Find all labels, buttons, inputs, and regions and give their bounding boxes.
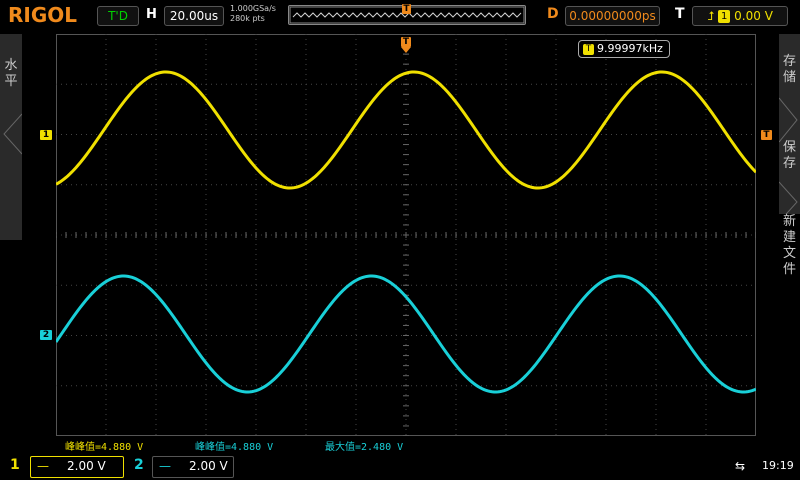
- channel-2-status[interactable]: 2 — 2.00 V: [128, 454, 238, 478]
- memory-depth: 280k pts: [230, 14, 265, 23]
- sample-rate: 1.000GSa/s: [230, 4, 276, 13]
- top-status-bar: RIGOL T'D H 20.00us 1.000GSa/s 280k pts …: [0, 0, 800, 30]
- channel-2-offset-marker[interactable]: 2: [40, 330, 52, 340]
- measurement-ch1-vpp: 峰峰值=4.880 V: [65, 442, 144, 453]
- horizontal-tab-label: 水平: [4, 58, 18, 89]
- trigger-display[interactable]: ⮥ 1 0.00 V: [692, 6, 788, 26]
- channel-2-scale-box: — 2.00 V: [152, 456, 234, 478]
- menu-item-storage-label: 存储: [783, 54, 797, 85]
- horizontal-label: H: [146, 7, 157, 22]
- measurement-ch2-max: 最大值=2.480 V: [325, 442, 404, 453]
- trigger-level-marker[interactable]: T: [761, 130, 772, 140]
- channel-1-scale: 2.00 V: [67, 459, 106, 473]
- horizontal-side-tab[interactable]: 水平: [0, 34, 22, 240]
- channel-1-status[interactable]: 1 — 2.00 V: [4, 454, 126, 478]
- memory-waveform-strip: T: [288, 4, 526, 25]
- channel-1-number: 1: [10, 457, 20, 473]
- rising-edge-icon: ⮥: [707, 9, 715, 23]
- trigger-position-arrow-icon: [401, 47, 411, 53]
- channel-1-scale-box: — 2.00 V: [30, 456, 124, 478]
- menu-item-save-label: 保存: [783, 140, 797, 171]
- dc-coupling-icon: —: [37, 459, 49, 473]
- measurement-ch2-vpp: 峰峰值=4.880 V: [195, 442, 274, 453]
- channel-2-number: 2: [134, 457, 144, 473]
- frequency-value: 9.99997kHz: [597, 42, 663, 55]
- frequency-counter: T 9.99997kHz: [578, 40, 670, 58]
- channel-2-scale: 2.00 V: [189, 459, 228, 473]
- menu-item-new-file-label: 新建文件: [783, 214, 797, 277]
- softkey-menu: 存储 保存 新建文件: [779, 34, 800, 280]
- run-status-badge[interactable]: T'D: [97, 6, 139, 26]
- dc-coupling-icon: —: [159, 459, 171, 473]
- waveform-grid: [56, 34, 756, 436]
- timebase-display[interactable]: 20.00us: [164, 6, 224, 26]
- delay-display[interactable]: 0.00000000ps: [565, 6, 660, 26]
- clock-time: 19:19: [762, 459, 794, 472]
- channel-1-offset-marker[interactable]: 1: [40, 130, 52, 140]
- trigger-label: T: [675, 6, 685, 22]
- sample-info: 1.000GSa/s 280k pts: [230, 4, 276, 24]
- memory-trigger-marker: T: [402, 4, 411, 14]
- menu-item-new-file[interactable]: 新建文件: [779, 214, 800, 280]
- counter-trigger-badge: T: [583, 44, 594, 55]
- trigger-source-badge: 1: [718, 10, 731, 23]
- trigger-level-value: 0.00 V: [734, 9, 773, 23]
- delay-label: D: [547, 6, 559, 22]
- menu-item-storage[interactable]: 存储: [779, 54, 800, 86]
- usb-icon: ⇆: [735, 459, 746, 473]
- channel-status-bar: 1 — 2.00 V 2 — 2.00 V ⇆ 19:19: [0, 452, 800, 480]
- menu-item-save[interactable]: 保存: [779, 140, 800, 172]
- rigol-logo: RIGOL: [8, 3, 78, 27]
- trigger-position-marker[interactable]: T: [401, 37, 411, 47]
